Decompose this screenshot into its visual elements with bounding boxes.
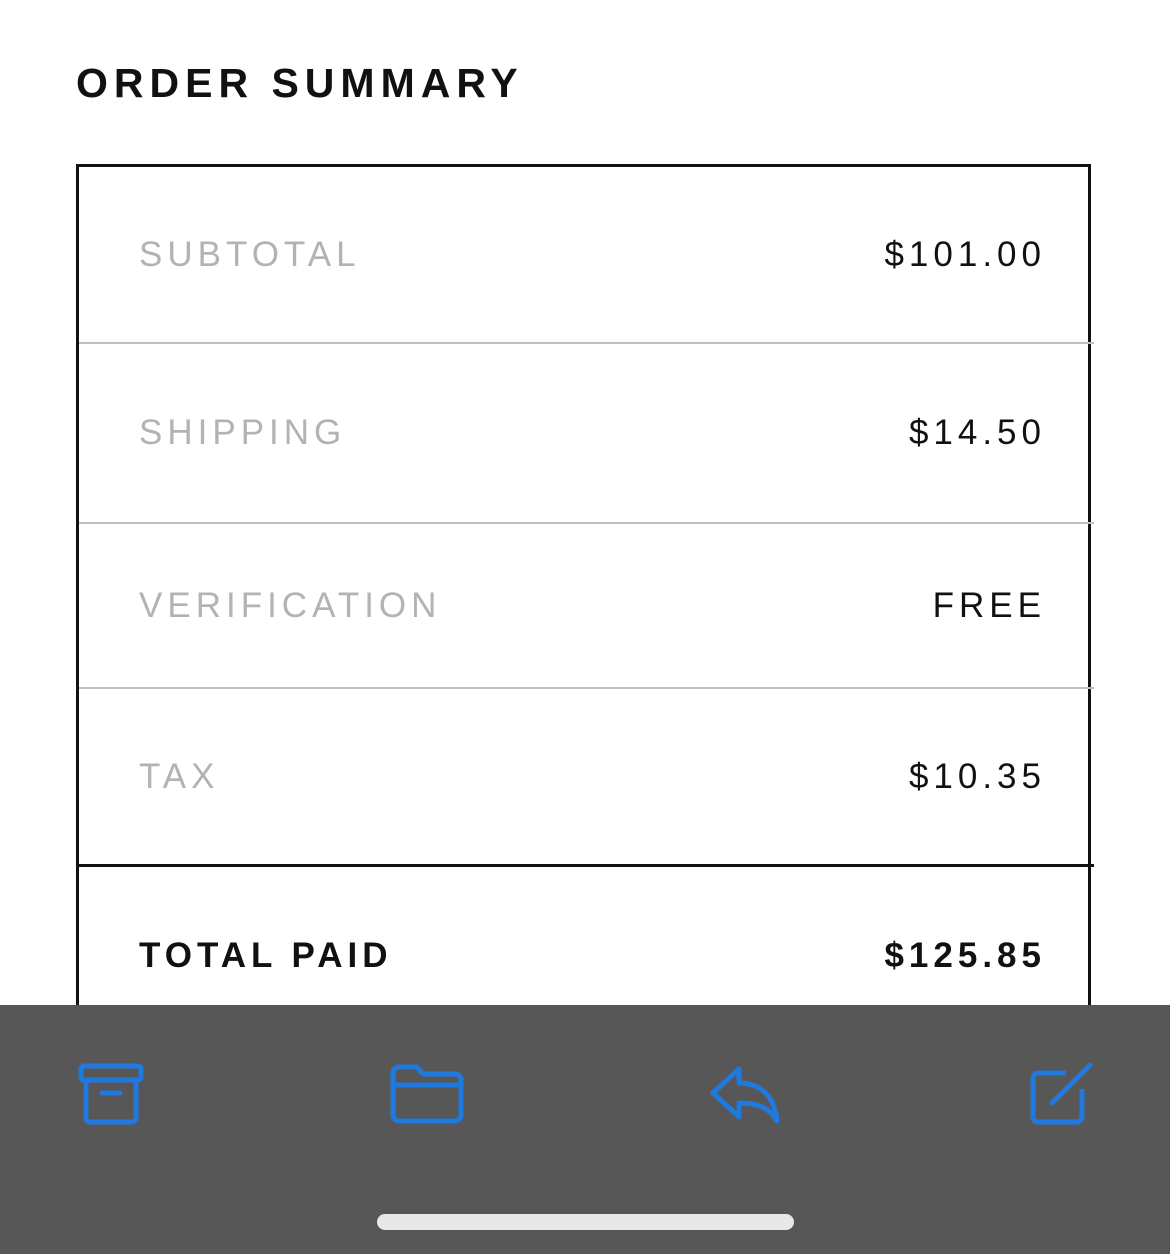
row-label: TAX [139,756,220,796]
folder-icon [390,1064,464,1124]
row-label: SHIPPING [139,413,347,452]
home-indicator[interactable] [377,1214,794,1230]
summary-row-shipping: SHIPPING $14.50 [79,344,1094,524]
page-title: ORDER SUMMARY [76,60,524,106]
row-value: $10.35 [908,756,1046,796]
row-label: SUBTOTAL [139,234,361,274]
row-value: FREE [932,585,1046,625]
reply-icon [710,1066,780,1124]
row-value: $101.00 [884,234,1046,274]
summary-row-subtotal: SUBTOTAL $101.00 [79,167,1094,344]
reply-button[interactable] [700,1049,790,1139]
move-to-folder-button[interactable] [382,1049,472,1139]
summary-row-tax: TAX $10.35 [79,689,1094,867]
compose-icon [1030,1062,1093,1125]
total-label: TOTAL PAID [139,936,393,975]
bottom-toolbar [0,1005,1170,1254]
row-value: $14.50 [908,413,1046,452]
archive-button[interactable] [66,1049,156,1139]
total-value: $125.85 [884,936,1046,975]
archive-icon [78,1063,144,1125]
order-summary-screen: ORDER SUMMARY SUBTOTAL $101.00 SHIPPING … [0,0,1170,1254]
order-summary-table: SUBTOTAL $101.00 SHIPPING $14.50 VERIFIC… [76,164,1094,1064]
row-label: VERIFICATION [139,585,442,625]
summary-row-verification: VERIFICATION FREE [79,524,1094,689]
compose-button[interactable] [1016,1049,1106,1139]
